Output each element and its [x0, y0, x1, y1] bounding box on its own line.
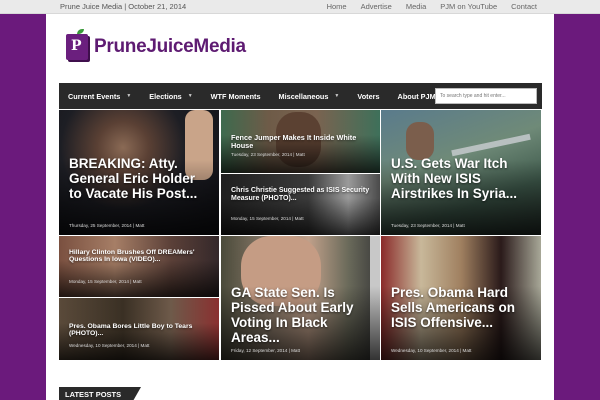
- nav-item-miscellaneous[interactable]: Miscellaneous ▼: [270, 83, 349, 109]
- logo-text: PruneJuiceMedia: [94, 36, 246, 57]
- post-meta: Tuesday, 23 September, 2014 | Matt: [391, 223, 465, 228]
- logo-icon: P: [66, 29, 88, 60]
- nav-item-elections[interactable]: Elections ▼: [140, 83, 201, 109]
- post-title[interactable]: Pres. Obama Hard Sells Americans on ISIS…: [391, 285, 533, 331]
- featured-post-hillary[interactable]: Hillary Clinton Brushes Off DREAMers' Qu…: [59, 236, 219, 297]
- chevron-down-icon: ▼: [334, 93, 340, 99]
- main-nav: Current Events ▼ Elections ▼ WTF Moments M…: [59, 83, 542, 109]
- nav-item-voters[interactable]: Voters: [348, 83, 388, 109]
- site-date: Prune Juice Media | October 21, 2014: [60, 2, 187, 11]
- featured-post-obama-boy[interactable]: Pres. Obama Bores Little Boy to Tears (P…: [59, 298, 219, 360]
- search-input[interactable]: [435, 88, 537, 104]
- featured-post-fence-jumper[interactable]: Fence Jumper Makes It Inside White House…: [221, 110, 380, 173]
- featured-post-christie[interactable]: Chris Christie Suggested as ISIS Securit…: [221, 174, 380, 235]
- featured-post-ga-state-sen[interactable]: GA State Sen. Is Pissed About Early Voti…: [221, 236, 380, 360]
- latest-posts-heading: LATEST POSTS: [59, 387, 142, 400]
- featured-post-obama-isis[interactable]: Pres. Obama Hard Sells Americans on ISIS…: [381, 236, 541, 360]
- top-link-home[interactable]: Home: [327, 2, 347, 11]
- post-title[interactable]: Hillary Clinton Brushes Off DREAMers' Qu…: [69, 249, 211, 264]
- site-logo[interactable]: P PruneJuiceMedia: [66, 29, 246, 60]
- top-link-advertise[interactable]: Advertise: [361, 2, 392, 11]
- nav-item-wtf-moments[interactable]: WTF Moments: [202, 83, 270, 109]
- nav-item-current-events[interactable]: Current Events ▼: [59, 83, 140, 109]
- top-bar: Prune Juice Media | October 21, 2014 Hom…: [0, 0, 600, 14]
- content-panel: P PruneJuiceMedia Current Events ▼ Electi…: [46, 14, 554, 400]
- chevron-down-icon: ▼: [126, 93, 132, 99]
- featured-post-isis-airstrikes[interactable]: U.S. Gets War Itch With New ISIS Airstri…: [381, 110, 541, 235]
- post-title[interactable]: BREAKING: Atty. General Eric Holder to V…: [69, 156, 211, 202]
- top-links: Home Advertise Media PJM on YouTube Cont…: [327, 2, 537, 11]
- top-link-youtube[interactable]: PJM on YouTube: [440, 2, 497, 11]
- top-link-media[interactable]: Media: [406, 2, 426, 11]
- post-meta: Tuesday, 23 September, 2014 | Matt: [231, 152, 305, 157]
- featured-post-holder[interactable]: BREAKING: Atty. General Eric Holder to V…: [59, 110, 219, 235]
- post-title[interactable]: U.S. Gets War Itch With New ISIS Airstri…: [391, 156, 533, 202]
- post-meta: Wednesday, 10 September, 2014 | Matt: [69, 343, 150, 348]
- post-meta: Monday, 15 September, 2014 | Matt: [231, 216, 304, 221]
- post-meta: Thursday, 25 September, 2014 | Matt: [69, 223, 145, 228]
- post-meta: Wednesday, 10 September, 2014 | Matt: [391, 348, 472, 353]
- top-link-contact[interactable]: Contact: [511, 2, 537, 11]
- post-meta: Monday, 15 September, 2014 | Matt: [69, 279, 142, 284]
- post-title[interactable]: GA State Sen. Is Pissed About Early Voti…: [231, 285, 372, 345]
- post-meta: Friday, 12 September, 2014 | Matt: [231, 348, 301, 353]
- chevron-down-icon: ▼: [187, 93, 193, 99]
- post-title[interactable]: Chris Christie Suggested as ISIS Securit…: [231, 187, 372, 202]
- post-title[interactable]: Fence Jumper Makes It Inside White House: [231, 133, 372, 150]
- post-title[interactable]: Pres. Obama Bores Little Boy to Tears (P…: [69, 323, 211, 338]
